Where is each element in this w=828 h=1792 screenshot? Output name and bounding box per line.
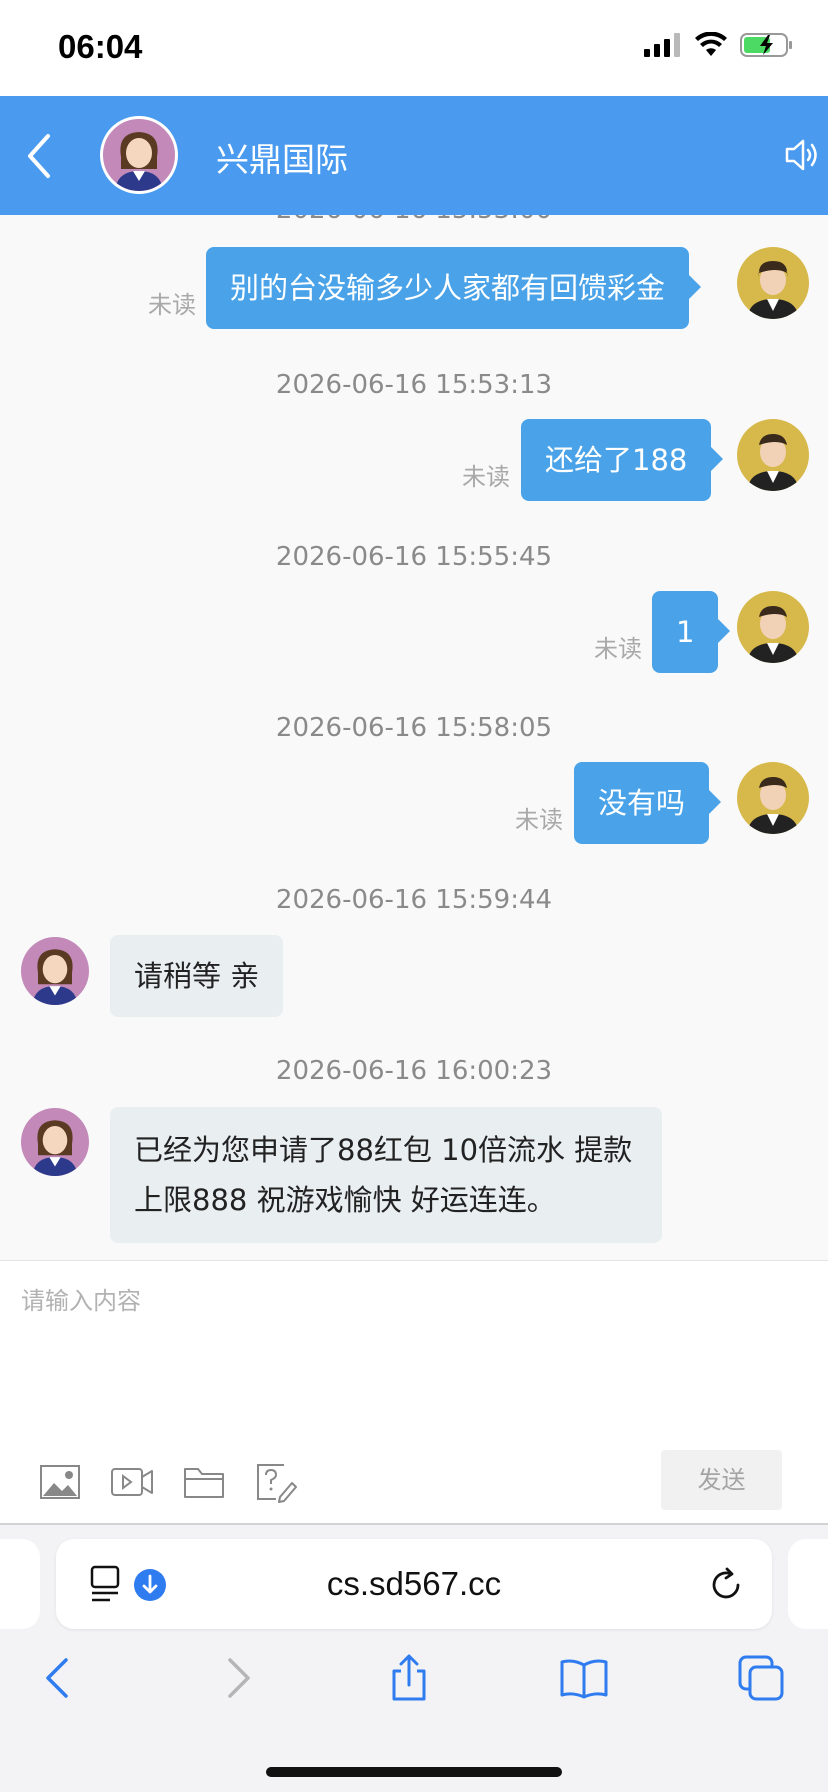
browser-toolbar: cs.sd567.cc [0,1523,828,1792]
incoming-message[interactable]: 请稍等 亲 [110,935,284,1017]
message-input-area[interactable]: 请输入内容 发送 [0,1260,828,1523]
bookmarks-icon[interactable] [559,1653,609,1703]
back-arrow-icon[interactable] [18,130,62,182]
agent-avatar [21,937,89,1005]
reload-icon[interactable] [708,1567,744,1603]
chat-message-list[interactable]: 2026-06-16 15:53:00 未读 别的台没输多少人家都有回馈彩金 2… [0,215,828,1260]
home-indicator [266,1767,562,1777]
incoming-message[interactable]: 已经为您申请了88红包 10倍流水 提款上限888 祝游戏愉快 好运连连。 [110,1107,662,1243]
tabs-icon[interactable] [736,1653,786,1703]
chat-title: 兴鼎国际 [216,140,348,179]
read-status: 未读 [515,806,563,834]
send-button[interactable]: 发送 [661,1450,782,1510]
folder-icon[interactable] [182,1459,226,1503]
message-timestamp: 2026-06-16 15:53:13 [275,370,553,400]
url-text[interactable]: cs.sd567.cc [56,1565,772,1603]
nav-back-icon[interactable] [34,1653,84,1703]
speaker-icon[interactable] [784,134,820,176]
user-avatar [737,762,809,834]
message-timestamp: 2026-06-16 15:59:44 [275,885,553,915]
user-avatar [737,419,809,491]
video-icon[interactable] [110,1459,154,1503]
status-bar: 06:04 [0,0,828,96]
status-time: 06:04 [58,28,143,65]
outgoing-message[interactable]: 没有吗 [574,762,722,844]
image-icon[interactable] [38,1459,82,1503]
user-avatar [737,247,809,319]
help-edit-icon[interactable] [254,1459,298,1503]
message-timestamp: 2026-06-16 15:58:05 [275,713,553,743]
message-timestamp: 2026-06-16 16:00:23 [275,1056,553,1086]
message-input[interactable]: 请输入内容 [21,1281,141,1316]
read-status: 未读 [148,291,196,319]
share-icon[interactable] [384,1653,434,1703]
address-bar[interactable]: cs.sd567.cc [56,1539,772,1629]
read-status: 未读 [594,635,642,663]
agent-avatar [21,1108,89,1176]
battery-icon [740,33,792,57]
signal-icon [644,33,680,57]
outgoing-message[interactable]: 别的台没输多少人家都有回馈彩金 [206,247,702,329]
message-timestamp: 2026-06-16 15:55:45 [275,542,553,572]
attachment-toolbar [38,1459,298,1503]
read-status: 未读 [462,463,510,491]
message-timestamp: 2026-06-16 15:53:00 [0,215,828,225]
outgoing-message[interactable]: 1 [652,591,731,673]
next-tab-pill[interactable] [788,1539,828,1629]
status-icons [644,32,794,58]
user-avatar [737,591,809,663]
wifi-icon [695,32,727,56]
chat-header: 兴鼎国际 [0,96,828,215]
previous-tab-pill[interactable] [0,1539,40,1629]
agent-avatar[interactable] [100,116,178,194]
outgoing-message[interactable]: 还给了188 [521,419,724,501]
nav-forward-icon[interactable] [212,1653,262,1703]
